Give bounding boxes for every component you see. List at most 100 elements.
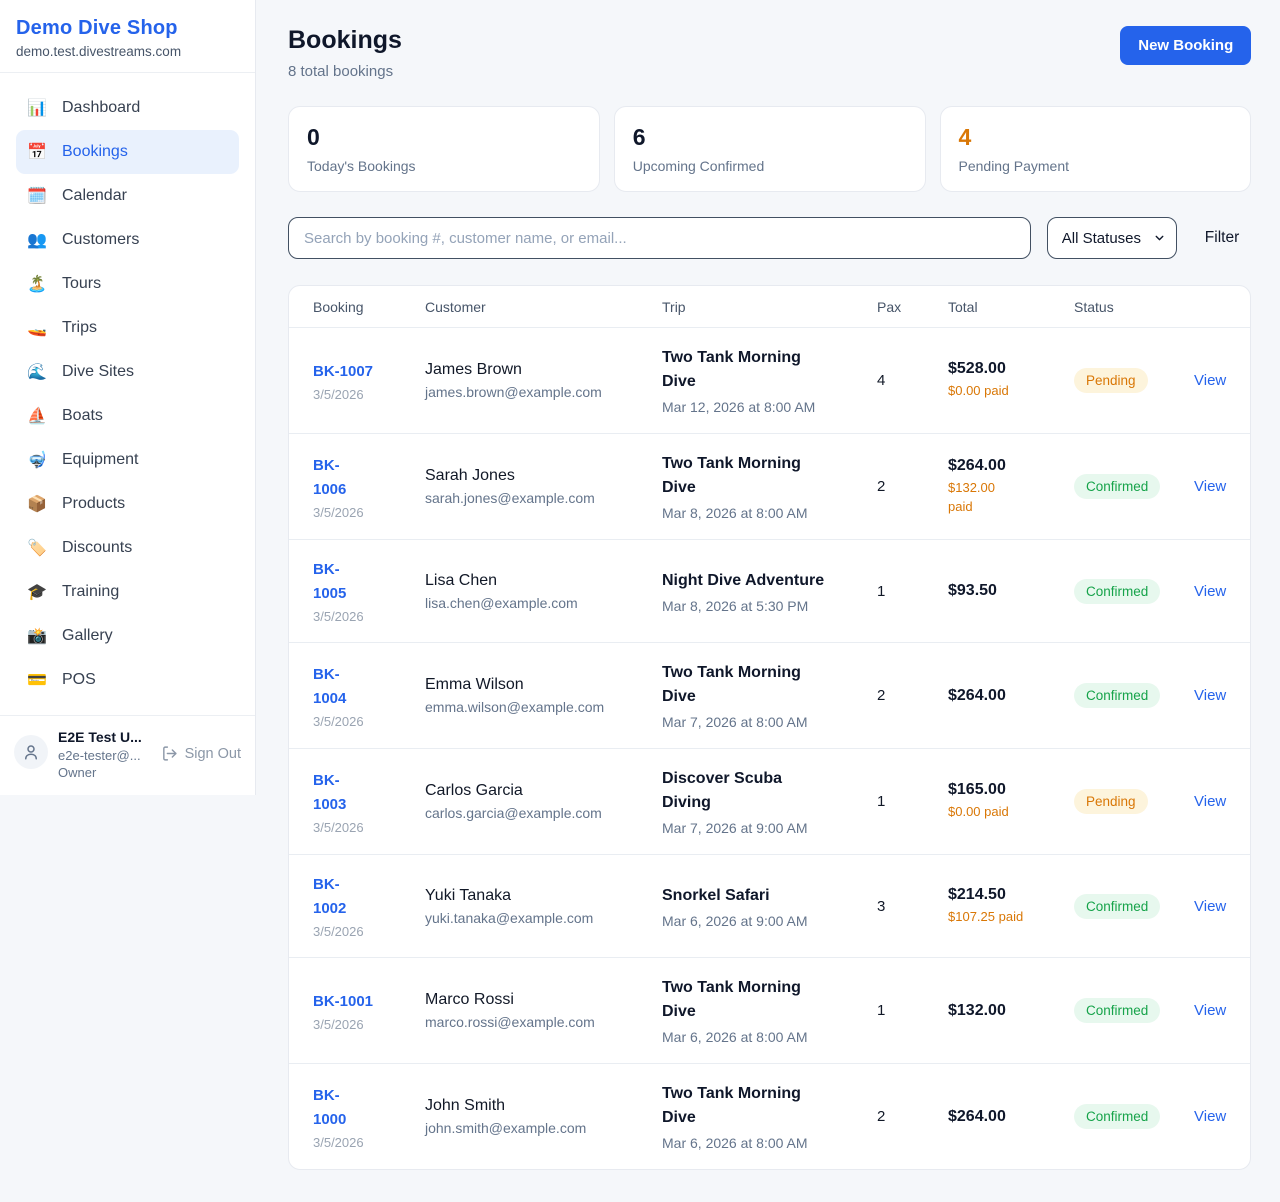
booking-id-link[interactable]: BK- 1005 xyxy=(313,558,425,606)
booking-cell: BK-1007 3/5/2026 xyxy=(313,360,425,402)
person-icon xyxy=(22,743,40,761)
stat-card: 4 Pending Payment xyxy=(940,106,1252,192)
trip-datetime: Mar 6, 2026 at 9:00 AM xyxy=(662,913,877,929)
paid-amount: $132.00 paid xyxy=(948,479,1074,517)
sidebar-item-label: Tours xyxy=(62,275,101,293)
avatar xyxy=(14,735,48,769)
total-cell: $132.00 xyxy=(948,1002,1074,1020)
view-link[interactable]: View xyxy=(1194,687,1226,704)
user-role: Owner xyxy=(58,765,151,780)
table-row: BK- 1005 3/5/2026 Lisa Chen lisa.chen@ex… xyxy=(289,539,1250,642)
page-header: Bookings 8 total bookings New Booking xyxy=(288,26,1251,80)
total-cell: $165.00 $0.00 paid xyxy=(948,781,1074,822)
sidebar-item-dashboard[interactable]: 📊 Dashboard xyxy=(16,86,239,130)
customer-name: Marco Rossi xyxy=(425,991,662,1009)
booking-cell: BK- 1006 3/5/2026 xyxy=(313,454,425,520)
stat-value: 0 xyxy=(307,124,581,151)
view-link[interactable]: View xyxy=(1194,1002,1226,1019)
sidebar-item-training[interactable]: 🎓 Training xyxy=(16,570,239,614)
table-row: BK- 1000 3/5/2026 John Smith john.smith@… xyxy=(289,1063,1250,1169)
people-icon: 👥 xyxy=(26,230,48,250)
customer-cell: Marco Rossi marco.rossi@example.com xyxy=(425,991,662,1030)
sign-out-label: Sign Out xyxy=(185,746,241,762)
customer-email: marco.rossi@example.com xyxy=(425,1014,662,1030)
trip-cell: Two Tank Morning Dive Mar 6, 2026 at 8:0… xyxy=(662,1082,877,1151)
sidebar-item-products[interactable]: 📦 Products xyxy=(16,482,239,526)
stat-label: Upcoming Confirmed xyxy=(633,158,907,174)
sign-out-button[interactable]: Sign Out xyxy=(161,745,241,762)
bar-chart-icon: 📊 xyxy=(26,98,48,118)
total-amount: $165.00 xyxy=(948,781,1074,799)
sailboat-icon: ⛵ xyxy=(26,406,48,426)
booking-id-link[interactable]: BK- 1006 xyxy=(313,454,425,502)
trip-cell: Snorkel Safari Mar 6, 2026 at 9:00 AM xyxy=(662,884,877,929)
status-select[interactable]: All Statuses xyxy=(1047,217,1177,259)
stat-value: 4 xyxy=(959,124,1233,151)
view-link[interactable]: View xyxy=(1194,372,1226,389)
sidebar-item-trips[interactable]: 🚤 Trips xyxy=(16,306,239,350)
trip-name: Two Tank Morning Dive xyxy=(662,346,877,394)
sidebar-item-equipment[interactable]: 🤿 Equipment xyxy=(16,438,239,482)
booking-id-link[interactable]: BK- 1002 xyxy=(313,873,425,921)
filter-button[interactable]: Filter xyxy=(1193,229,1251,247)
column-header: Booking xyxy=(313,299,425,315)
sidebar-item-gallery[interactable]: 📸 Gallery xyxy=(16,614,239,658)
water-wave-icon: 🌊 xyxy=(26,362,48,382)
status-cell: Confirmed xyxy=(1074,998,1194,1023)
booking-cell: BK- 1002 3/5/2026 xyxy=(313,873,425,939)
customer-cell: James Brown james.brown@example.com xyxy=(425,361,662,400)
trip-name: Two Tank Morning Dive xyxy=(662,976,877,1024)
customer-cell: Emma Wilson emma.wilson@example.com xyxy=(425,676,662,715)
booking-date: 3/5/2026 xyxy=(313,505,425,520)
sidebar-item-boats[interactable]: ⛵ Boats xyxy=(16,394,239,438)
sidebar-item-dive-sites[interactable]: 🌊 Dive Sites xyxy=(16,350,239,394)
sidebar-item-label: Equipment xyxy=(62,451,139,469)
total-amount: $528.00 xyxy=(948,360,1074,378)
booking-id-link[interactable]: BK- 1003 xyxy=(313,769,425,817)
sidebar-item-tours[interactable]: 🏝️ Tours xyxy=(16,262,239,306)
package-icon: 📦 xyxy=(26,494,48,514)
booking-id-link[interactable]: BK-1001 xyxy=(313,990,425,1014)
column-header: Total xyxy=(948,299,1074,315)
trip-datetime: Mar 7, 2026 at 8:00 AM xyxy=(662,714,877,730)
bookings-table: BookingCustomerTripPaxTotalStatus BK-100… xyxy=(288,285,1251,1170)
view-link[interactable]: View xyxy=(1194,898,1226,915)
paid-amount: $107.25 paid xyxy=(948,908,1074,927)
search-input[interactable] xyxy=(288,217,1031,259)
view-link[interactable]: View xyxy=(1194,478,1226,495)
stat-label: Pending Payment xyxy=(959,158,1233,174)
trip-cell: Two Tank Morning Dive Mar 12, 2026 at 8:… xyxy=(662,346,877,415)
sidebar-item-calendar[interactable]: 🗓️ Calendar xyxy=(16,174,239,218)
status-select-wrap: All Statuses xyxy=(1047,217,1177,259)
booking-id-link[interactable]: BK-1007 xyxy=(313,360,425,384)
sidebar-item-bookings[interactable]: 📅 Bookings xyxy=(16,130,239,174)
pax-cell: 3 xyxy=(877,898,948,915)
total-amount: $264.00 xyxy=(948,457,1074,475)
trip-datetime: Mar 6, 2026 at 8:00 AM xyxy=(662,1135,877,1151)
total-amount: $264.00 xyxy=(948,1108,1074,1126)
table-row: BK- 1006 3/5/2026 Sarah Jones sarah.jone… xyxy=(289,433,1250,539)
booking-date: 3/5/2026 xyxy=(313,1135,425,1150)
sidebar-item-label: POS xyxy=(62,671,96,689)
user-name: E2E Test U... xyxy=(58,729,151,745)
status-badge: Confirmed xyxy=(1074,998,1160,1023)
customer-name: John Smith xyxy=(425,1097,662,1115)
sidebar-item-customers[interactable]: 👥 Customers xyxy=(16,218,239,262)
status-badge: Pending xyxy=(1074,789,1148,814)
customer-email: lisa.chen@example.com xyxy=(425,595,662,611)
view-link[interactable]: View xyxy=(1194,1108,1226,1125)
sidebar-item-pos[interactable]: 💳 POS xyxy=(16,658,239,702)
trip-name: Two Tank Morning Dive xyxy=(662,1082,877,1130)
view-link[interactable]: View xyxy=(1194,793,1226,810)
filter-row: All Statuses Filter xyxy=(288,217,1251,259)
booking-id-link[interactable]: BK- 1004 xyxy=(313,663,425,711)
sidebar-item-discounts[interactable]: 🏷️ Discounts xyxy=(16,526,239,570)
booking-date: 3/5/2026 xyxy=(313,714,425,729)
table-row: BK- 1002 3/5/2026 Yuki Tanaka yuki.tanak… xyxy=(289,854,1250,957)
new-booking-button[interactable]: New Booking xyxy=(1120,26,1251,65)
pax-cell: 4 xyxy=(877,372,948,389)
total-cell: $93.50 xyxy=(948,582,1074,600)
view-link[interactable]: View xyxy=(1194,583,1226,600)
status-badge: Confirmed xyxy=(1074,579,1160,604)
booking-id-link[interactable]: BK- 1000 xyxy=(313,1084,425,1132)
